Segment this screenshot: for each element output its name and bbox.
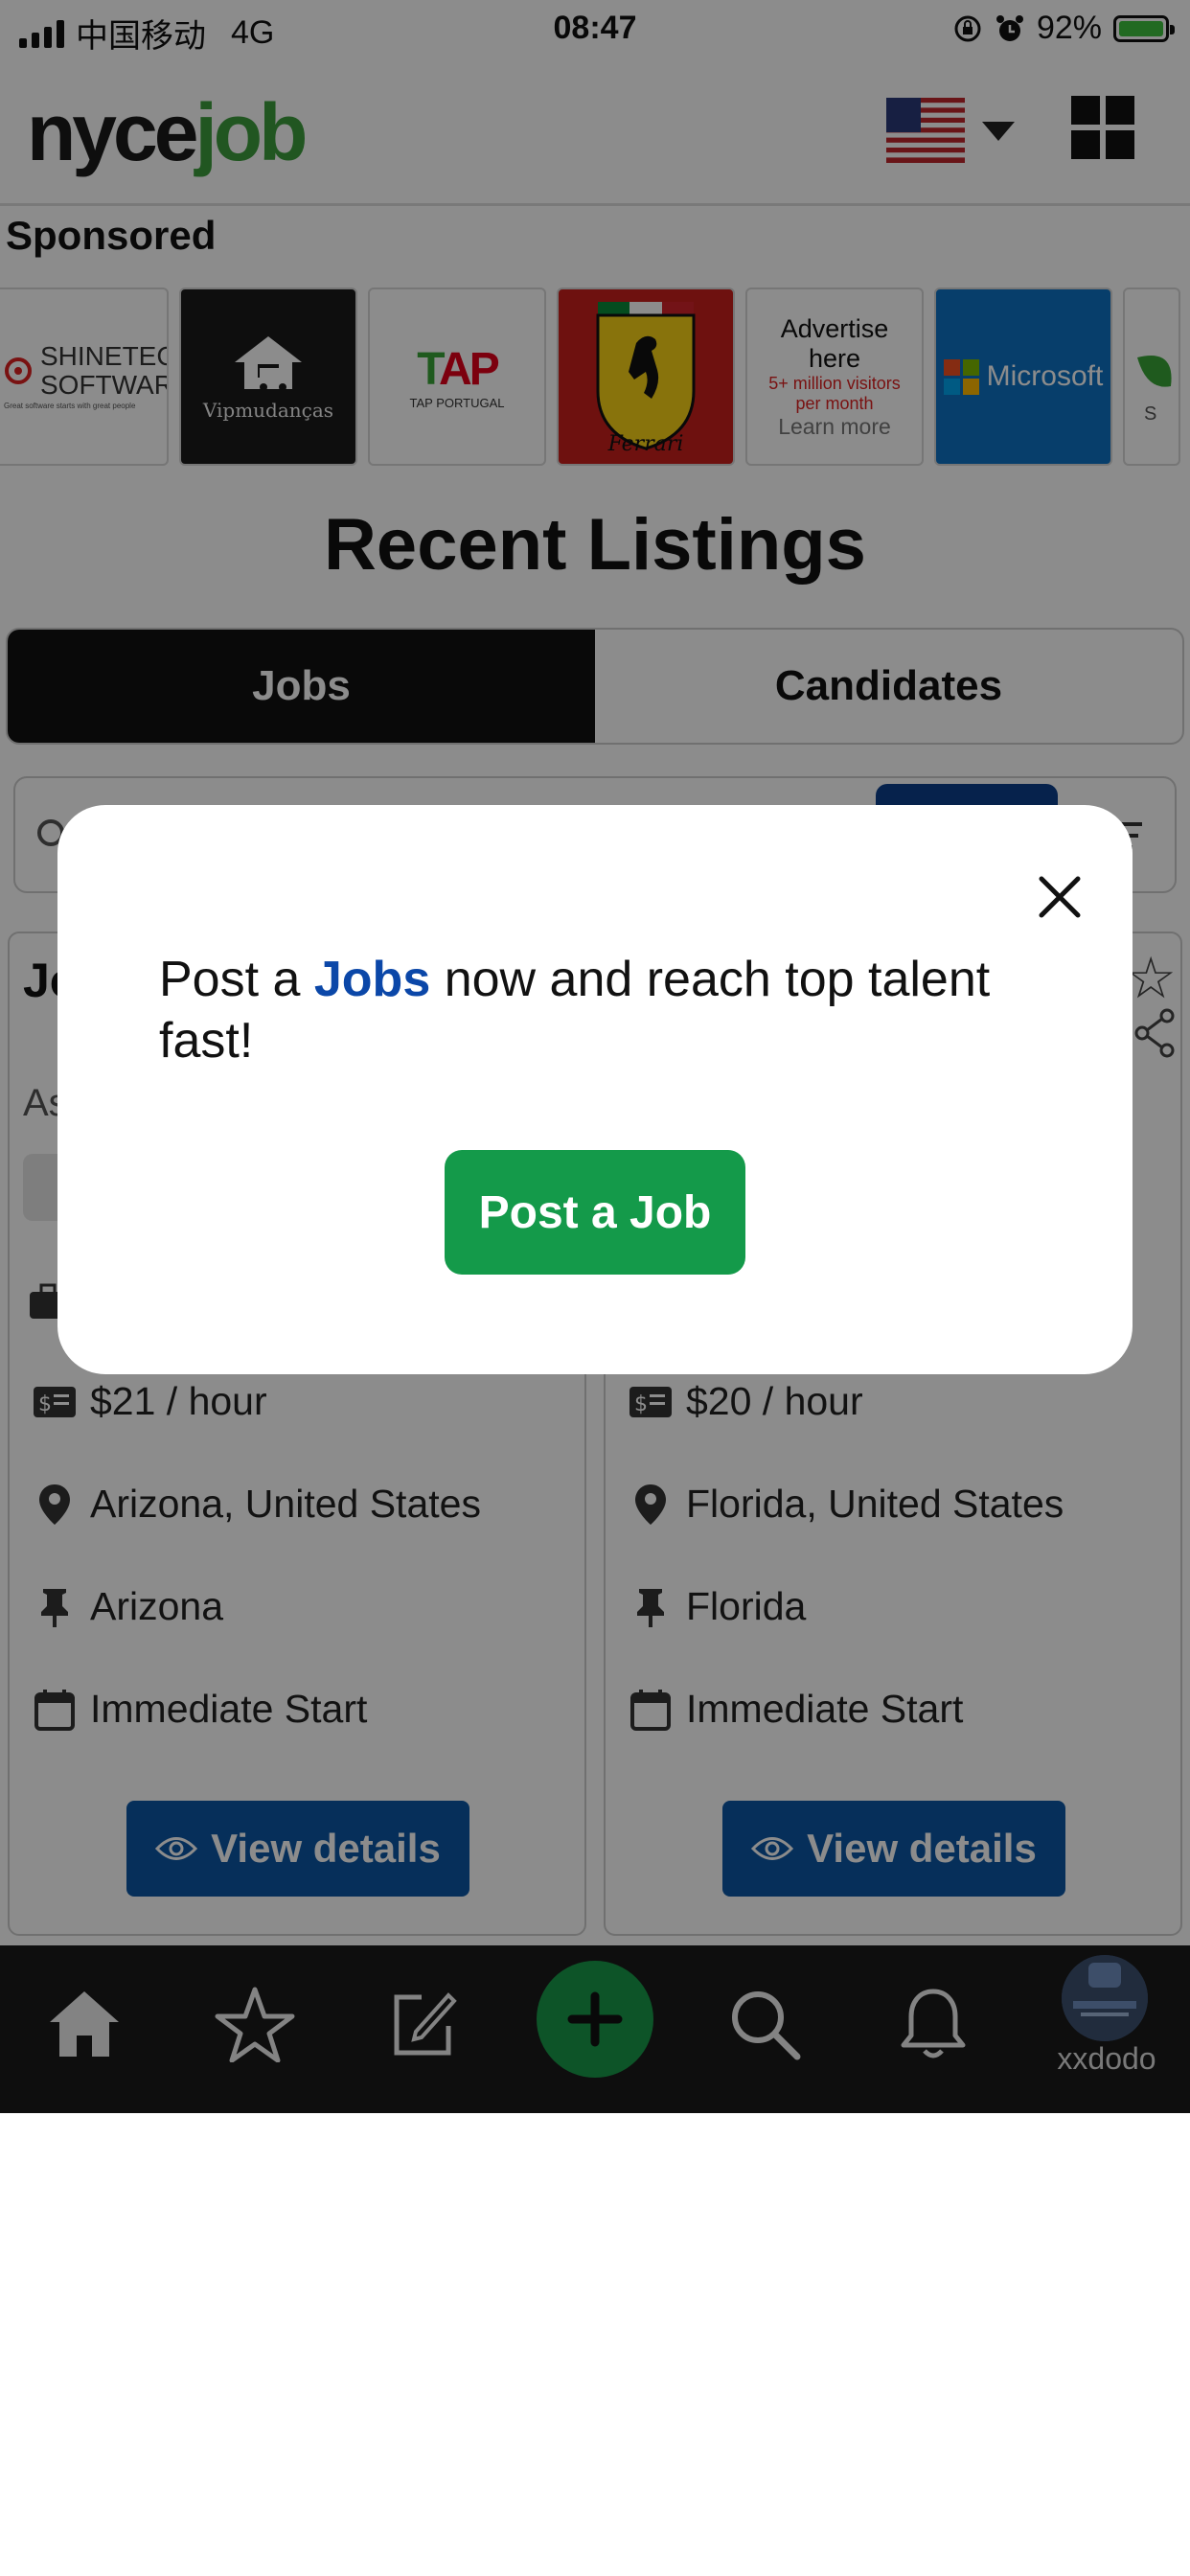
close-icon[interactable] <box>1016 853 1104 941</box>
modal-message: Post a Jobs now and reach top talent fas… <box>159 952 991 1069</box>
post-job-modal: Post a Jobs now and reach top talent fas… <box>57 805 1133 1374</box>
post-a-job-button[interactable]: Post a Job <box>445 1150 745 1275</box>
app-screen: 中国移动 4G 08:47 92% nycejob Sponsored SHIN… <box>0 0 1190 2113</box>
